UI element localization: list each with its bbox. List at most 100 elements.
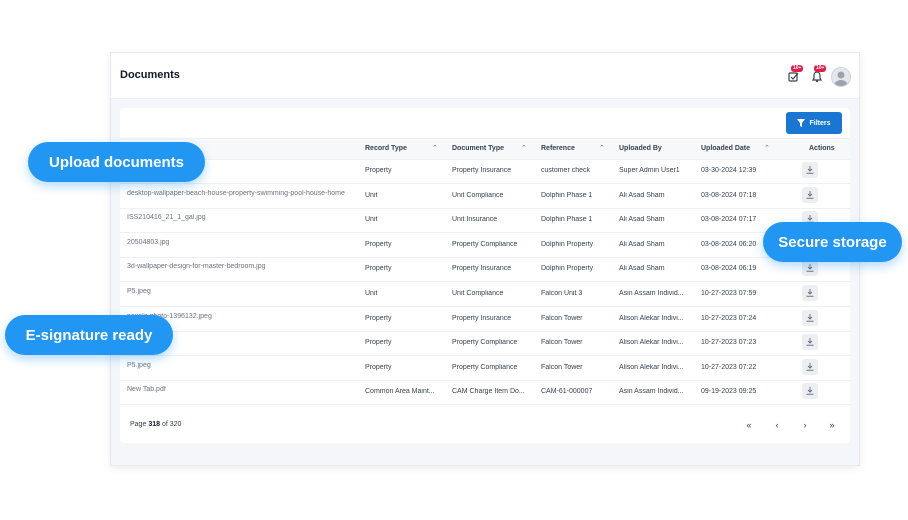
table-row: pexels-photo-1396132.jpeg Property Propert… (120, 307, 850, 332)
total-pages: 320 (169, 421, 182, 428)
download-button[interactable] (802, 260, 818, 277)
top-bar: Documents 10+ 10+ (111, 53, 859, 99)
pagination-label: Page 318 of 320 (130, 421, 181, 428)
uploaded-date-cell: 03-30-2024 12:39 (701, 167, 757, 174)
document-name-cell: P5.jpeg (127, 288, 151, 295)
uploaded-by-cell: Ali Asad Sham (619, 191, 665, 199)
document-name-cell: New Tab.pdf (127, 386, 166, 394)
uploaded-date-cell: 03-08-2024 07:17 (701, 216, 757, 224)
download-icon (806, 313, 814, 322)
download-button[interactable] (802, 383, 818, 400)
record-type-cell: Property (365, 167, 392, 174)
reference-cell: Falcon Unit 3 (541, 290, 583, 297)
uploaded-date-cell: 10-27-2023 07:59 (701, 290, 757, 297)
user-avatar-icon (834, 71, 848, 86)
download-button[interactable] (802, 162, 818, 178)
uploaded-by-cell: Ali Asad Sham (619, 216, 665, 224)
document-type-cell: Unit Compliance (452, 290, 504, 297)
document-name-cell: 20504803.jpg (127, 238, 170, 246)
download-button[interactable] (802, 358, 818, 375)
previous-page-button[interactable]: ‹ (770, 418, 784, 432)
download-button[interactable] (802, 186, 818, 203)
column-header-reference[interactable]: Reference (541, 145, 575, 152)
table-row: 3d-wallpaper-design-for-master-bedroom.j… (120, 257, 850, 283)
document-type-cell: Unit Compliance (452, 191, 504, 199)
document-type-cell: Property Insurance (452, 314, 512, 322)
download-icon (806, 387, 814, 396)
table-row: desktop-wallpaper-beach-house-property-s… (120, 184, 850, 209)
document-name-cell: 3d-wallpaper-design-for-master-bedroom.j… (127, 263, 266, 271)
record-type-cell: Unit (365, 191, 378, 199)
chevron-left-icon: ‹ (775, 420, 779, 430)
column-header-uploaded-by[interactable]: Uploaded By (619, 145, 662, 152)
reference-cell: Falcon Tower (541, 314, 583, 322)
column-header-record-type[interactable]: Record Type (365, 145, 407, 152)
document-type-cell: Property Insurance (452, 167, 512, 174)
record-type-cell: Unit (365, 216, 378, 224)
sort-icon[interactable]: ⌃ (764, 144, 770, 152)
of-word: of (161, 421, 168, 428)
avatar[interactable] (831, 67, 851, 87)
double-chevron-right-icon: » (829, 420, 835, 430)
table-row: Property Property Insurance customer check… (120, 159, 850, 184)
reference-cell: CAM-61-000007 (541, 388, 593, 396)
record-type-cell: Property (365, 363, 392, 371)
filters-button[interactable]: Filters (786, 112, 842, 134)
chevron-right-icon: › (803, 420, 807, 430)
filters-button-label: Filters (809, 119, 831, 127)
document-type-cell: Property Compliance (452, 240, 518, 248)
sort-icon[interactable]: ⌃ (599, 144, 605, 152)
uploaded-by-cell: Ali Asad Sham (619, 240, 665, 248)
next-page-button[interactable]: › (798, 418, 812, 432)
alerts-notification-button[interactable]: 10+ (810, 65, 827, 83)
document-type-cell: Unit Insurance (452, 216, 498, 224)
notification-badge: 10+ (791, 65, 804, 72)
notification-badge: 10+ (814, 65, 827, 72)
uploaded-by-cell: Alison Alekar Indivi... (619, 339, 684, 347)
reference-cell: Falcon Tower (541, 363, 583, 371)
reference-cell: Dolphin Property (541, 265, 594, 273)
record-type-cell: Property (365, 339, 392, 347)
sort-icon[interactable]: ⌃ (521, 144, 527, 152)
document-type-cell: Property Compliance (452, 363, 518, 371)
table-row: ...974596.jpegPropertyProperty Complianc… (120, 331, 850, 357)
first-page-button[interactable]: « (742, 418, 756, 432)
documents-card: Filters Record Type ⌃ Document Type ⌃ Re… (120, 108, 850, 443)
uploaded-by-cell: Alison Alekar Indivi... (619, 314, 684, 322)
callout-upload-documents: Upload documents (28, 142, 205, 182)
table-row: New Tab.pdf Common Area Maint... CAM Charg… (120, 380, 850, 406)
uploaded-by-cell: Asin Assam Individ... (619, 388, 684, 396)
download-button[interactable] (802, 285, 818, 301)
uploaded-date-cell: 10-27-2023 07:22 (701, 363, 757, 371)
download-icon (806, 166, 814, 174)
download-button[interactable] (802, 309, 818, 326)
page-word: Page (130, 421, 147, 428)
page-title: Documents (120, 69, 180, 81)
document-type-cell: Property Insurance (452, 265, 512, 273)
current-page: 318 (148, 421, 160, 428)
column-header-document-type[interactable]: Document Type (452, 145, 504, 152)
download-icon (806, 264, 814, 273)
table-row: ISS210416_21_1_gal.jpg Unit Unit Insurance… (120, 208, 850, 234)
last-page-button[interactable]: » (825, 418, 839, 432)
uploaded-date-cell: 03-08-2024 06:19 (701, 265, 757, 273)
download-icon (806, 362, 814, 371)
download-icon (806, 190, 814, 199)
reference-cell: Falcon Tower (541, 339, 583, 347)
record-type-cell: Common Area Maint... (365, 388, 435, 396)
callout-e-signature-ready: E-signature ready (5, 315, 173, 355)
column-header-uploaded-date[interactable]: Uploaded Date (701, 145, 750, 152)
filter-icon (797, 119, 806, 127)
uploaded-by-cell: Ali Asad Sham (619, 265, 665, 273)
uploaded-by-cell: Asin Assam Individ... (619, 290, 684, 297)
reference-cell: Dolphin Phase 1 (541, 216, 593, 224)
sort-icon[interactable]: ⌃ (432, 144, 438, 152)
document-name-cell: P5.jpeg (127, 361, 151, 369)
download-button[interactable] (802, 334, 818, 351)
approvals-notification-button[interactable]: 10+ (787, 65, 804, 83)
record-type-cell: Property (365, 265, 392, 273)
document-name-cell: desktop-wallpaper-beach-house-property-s… (127, 189, 345, 197)
reference-cell: Dolphin Phase 1 (541, 191, 593, 199)
reference-cell: Dolphin Property (541, 240, 594, 248)
column-header-actions: Actions (809, 145, 835, 152)
